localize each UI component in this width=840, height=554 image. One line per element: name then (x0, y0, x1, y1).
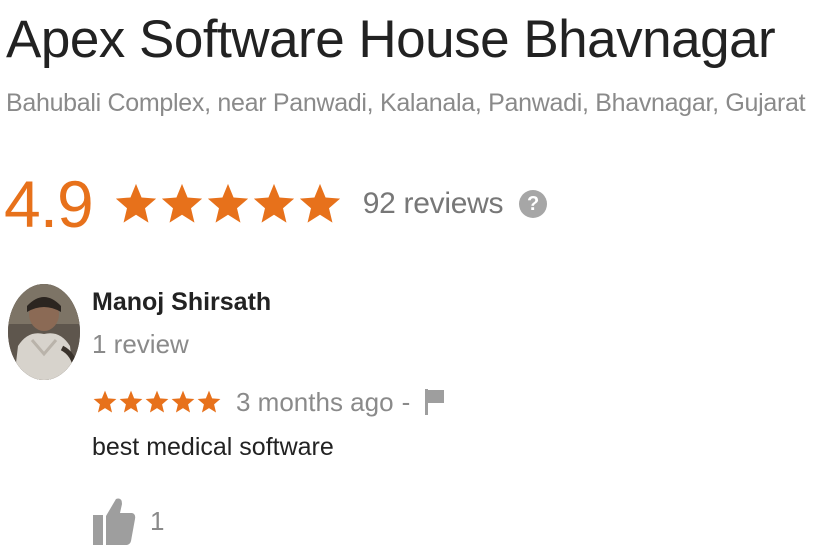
business-address: Bahubali Complex, near Panwadi, Kalanala… (6, 89, 806, 117)
review-text: best medical software (92, 433, 334, 461)
star-icon (115, 183, 156, 223)
reviewer-review-count: 1 review (92, 329, 189, 359)
review-rating-row: 3 months ago - (92, 384, 446, 420)
star-icon (253, 183, 294, 223)
reviews-link[interactable]: 92 reviews (363, 187, 504, 221)
review-date: 3 months ago (236, 386, 394, 417)
rating-summary: 4.9 92 reviews ? (4, 165, 548, 243)
help-icon[interactable]: ? (519, 190, 548, 218)
star-icon (93, 390, 117, 413)
star-icon (171, 390, 195, 413)
avatar[interactable] (8, 284, 80, 380)
business-name: Apex Software House Bhavnagar (6, 10, 776, 69)
star-icon (299, 183, 340, 223)
star-icon (197, 390, 221, 413)
reviewer-name[interactable]: Manoj Shirsath (92, 287, 271, 317)
avatar-photo (8, 284, 80, 380)
rating-stars (113, 181, 343, 227)
like-count: 1 (150, 505, 165, 536)
rating-score: 4.9 (4, 167, 94, 241)
review-stars (92, 389, 222, 415)
star-icon (119, 390, 143, 413)
flag-icon[interactable] (424, 388, 446, 416)
thumbs-up-icon[interactable] (92, 495, 136, 547)
star-icon (207, 183, 248, 223)
review-separator: - (401, 386, 411, 417)
star-icon (145, 390, 169, 413)
star-icon (161, 183, 202, 223)
like-row: 1 (92, 494, 164, 548)
